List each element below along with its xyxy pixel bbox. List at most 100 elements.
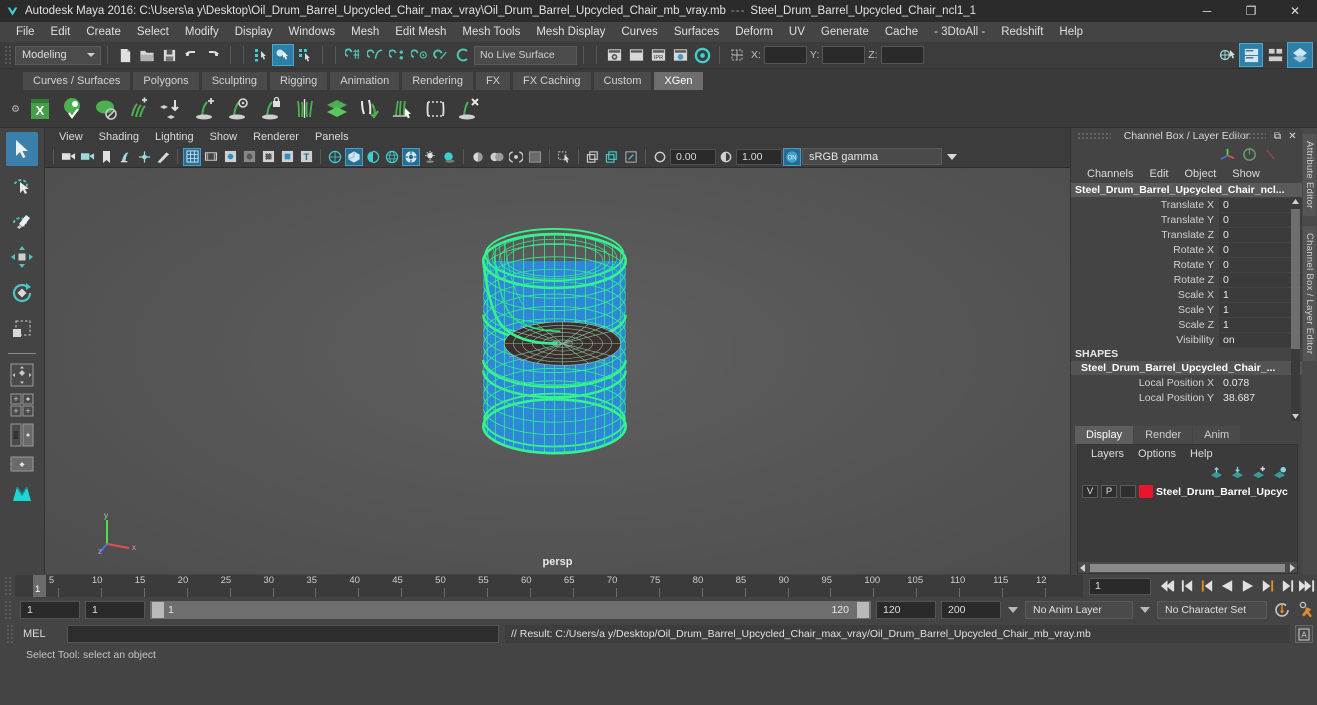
lasso-select-tool-button[interactable] [6, 168, 38, 202]
shelf-tab-xgen[interactable]: XGen [653, 71, 704, 90]
layer-menu-options[interactable]: Options [1131, 448, 1183, 460]
single-perspective-layout-button[interactable] [5, 361, 39, 389]
menu-item-help[interactable]: Help [1051, 22, 1091, 42]
layer-visibility-toggle[interactable]: V [1082, 485, 1098, 498]
channel-row[interactable]: Rotate Y 0 [1071, 257, 1302, 272]
open-scene-icon[interactable] [136, 44, 158, 66]
xgen-delete-guide-icon[interactable] [454, 93, 484, 125]
viewport-menu-show[interactable]: Show [202, 131, 246, 143]
two-d-pan-zoom-icon[interactable] [135, 148, 153, 166]
menu-item-3dtoall[interactable]: - 3DtoAll - [926, 22, 993, 42]
image-plane-icon[interactable] [116, 148, 134, 166]
channel-box-scroll-thumb[interactable] [1291, 209, 1300, 349]
time-slider-grip[interactable] [4, 576, 12, 596]
paint-select-tool-button[interactable] [6, 204, 38, 238]
menu-item-uv[interactable]: UV [781, 22, 813, 42]
ipr-render-icon[interactable]: IPR [647, 44, 669, 66]
layer-shading-toggle[interactable] [1120, 485, 1136, 498]
snap-to-point-icon[interactable] [386, 44, 408, 66]
color-management-select[interactable]: sRGB gamma [802, 148, 942, 165]
viewport-menu-shading[interactable]: Shading [91, 131, 147, 143]
layer-menu-layers[interactable]: Layers [1084, 448, 1131, 460]
time-slider[interactable]: 1 5 10 15 20 25 30 35 40 45 50 55 60 65 70 75 80 85 90 95 1… [15, 575, 1083, 597]
two-pane-layout-button[interactable] [5, 421, 39, 449]
scroll-right-arrow-icon[interactable] [1288, 563, 1295, 572]
coord-y-input[interactable] [822, 46, 866, 64]
animation-end-time-input[interactable]: 200 [941, 601, 1001, 619]
menu-item-deform[interactable]: Deform [727, 22, 781, 42]
shape-attr-value[interactable]: 0.078 [1219, 376, 1302, 390]
safe-title-icon[interactable] [278, 148, 296, 166]
channel-box-menu-channels[interactable]: Channels [1079, 168, 1141, 180]
step-forward-keyframe-icon[interactable] [1277, 576, 1297, 596]
step-back-frame-icon[interactable] [1197, 576, 1217, 596]
shelf-tab-sculpting[interactable]: Sculpting [200, 71, 268, 90]
gamma-value-input[interactable]: 1.00 [736, 148, 782, 165]
maximize-button[interactable]: ❐ [1229, 0, 1273, 22]
xgen-layers-icon[interactable] [322, 93, 352, 125]
chevron-down-icon[interactable] [1006, 601, 1020, 619]
select-by-object-type-icon[interactable] [272, 44, 294, 66]
channel-box-menu-object[interactable]: Object [1176, 168, 1224, 180]
viewport-menu-panels[interactable]: Panels [307, 131, 357, 143]
channel-row[interactable]: Scale Z 1 [1071, 317, 1302, 332]
current-time-indicator[interactable]: 1 [33, 575, 46, 597]
xray-active-components-icon[interactable] [622, 148, 640, 166]
viewport-display-icon[interactable] [526, 148, 544, 166]
layer-list-horizontal-scrollbar[interactable] [1078, 562, 1297, 573]
range-end-handle[interactable] [857, 602, 869, 618]
viewport-menu-view[interactable]: View [51, 131, 91, 143]
go-to-end-icon[interactable] [1297, 576, 1317, 596]
animation-preferences-icon[interactable] [1297, 600, 1317, 620]
menu-item-edit-mesh[interactable]: Edit Mesh [387, 22, 454, 42]
menu-item-mesh-tools[interactable]: Mesh Tools [454, 22, 528, 42]
shelf-tab-polygons[interactable]: Polygons [132, 71, 200, 90]
command-line-grip[interactable] [6, 624, 14, 644]
play-backwards-icon[interactable] [1217, 576, 1237, 596]
menu-item-select[interactable]: Select [129, 22, 177, 42]
minimize-button[interactable]: ─ [1185, 0, 1229, 22]
shelf-tab-fx[interactable]: FX [474, 71, 512, 90]
go-to-start-icon[interactable] [1157, 576, 1177, 596]
select-by-hierarchy-icon[interactable] [250, 44, 272, 66]
snap-to-grid-icon[interactable] [342, 44, 364, 66]
xgen-comb-icon[interactable] [355, 93, 385, 125]
channel-row[interactable]: Scale X 1 [1071, 287, 1302, 302]
coord-z-input[interactable] [880, 46, 924, 64]
menu-item-surfaces[interactable]: Surfaces [666, 22, 727, 42]
3d-viewport[interactable]: y x z persp [45, 168, 1070, 574]
exposure-value-input[interactable]: 0.00 [670, 148, 716, 165]
screen-space-ao-icon[interactable] [440, 148, 458, 166]
side-tab-attribute-editor[interactable]: Attribute Editor [1303, 134, 1316, 216]
close-panel-button[interactable]: ✕ [1286, 130, 1299, 143]
hypershade-icon[interactable] [691, 44, 713, 66]
move-layer-down-icon[interactable] [1230, 466, 1245, 479]
range-slider-grip[interactable] [4, 600, 12, 620]
green-circle-icon[interactable] [1242, 147, 1257, 162]
show-hide-channel-box-icon[interactable] [1287, 42, 1313, 68]
animation-start-time-input[interactable]: 1 [20, 601, 80, 619]
panel-grip[interactable] [1077, 132, 1111, 140]
attr-rotate-x-value[interactable]: 0 [1219, 242, 1302, 257]
shape-attr-value[interactable]: 38.687 [1219, 391, 1302, 405]
show-hide-tool-settings-icon[interactable] [1263, 43, 1287, 67]
show-hide-modeling-toolkit-icon[interactable] [1217, 44, 1239, 66]
render-current-frame-icon[interactable] [603, 44, 625, 66]
layer-playback-toggle[interactable]: P [1101, 485, 1117, 498]
chevron-down-icon-2[interactable] [1138, 601, 1152, 619]
coord-x-input[interactable] [763, 46, 807, 64]
anim-layer-select[interactable]: No Anim Layer [1025, 601, 1133, 619]
attr-scale-y-value[interactable]: 1 [1219, 302, 1302, 317]
menu-set-selector[interactable]: Modeling [15, 45, 101, 65]
toggle-manipulator-icon[interactable] [726, 44, 748, 66]
scroll-left-arrow-icon[interactable] [1080, 563, 1087, 572]
step-forward-frame-icon[interactable] [1257, 576, 1277, 596]
layer-tab-render[interactable]: Render [1134, 426, 1193, 444]
text-overlay-icon[interactable]: T [297, 148, 315, 166]
shadows-icon[interactable] [421, 148, 439, 166]
channel-row[interactable]: Translate X 0 [1071, 197, 1302, 212]
character-set-select[interactable]: No Character Set [1157, 601, 1267, 619]
attr-translate-y-value[interactable]: 0 [1219, 212, 1302, 227]
grease-pencil-icon[interactable] [154, 148, 172, 166]
layer-name-label[interactable]: Steel_Drum_Barrel_Upcyc [1156, 486, 1288, 498]
